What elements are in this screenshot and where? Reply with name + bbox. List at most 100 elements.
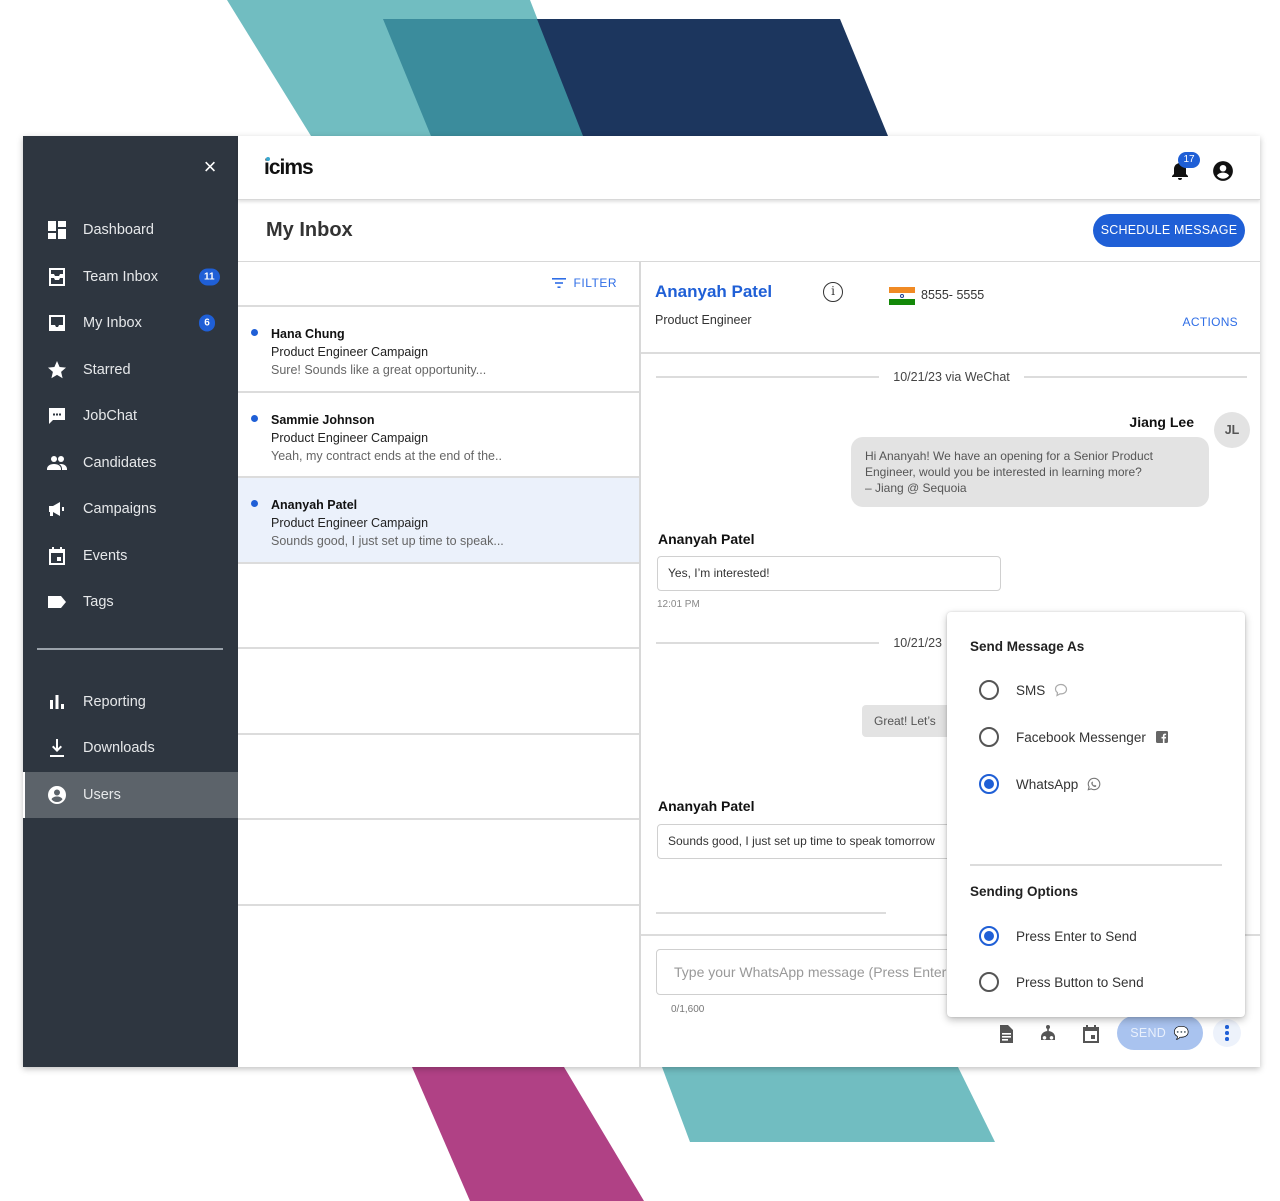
send-options-popover: Send Message As SMS Facebook Messenger W…	[947, 612, 1245, 1017]
template-button[interactable]	[996, 1024, 1016, 1044]
date-divider	[656, 912, 886, 914]
sender-avatar: JL	[1214, 412, 1250, 448]
sidebar-item-label: JobChat	[83, 408, 138, 425]
team-inbox-count-badge: 11	[199, 268, 220, 286]
message-sender: Jiang Lee	[1129, 414, 1194, 430]
sidebar-item-label: Candidates	[83, 454, 157, 471]
conversation-name: Ananyah Patel	[271, 498, 358, 512]
radio-button[interactable]	[979, 680, 999, 700]
unread-dot	[251, 500, 258, 507]
calendar-icon	[1083, 1025, 1099, 1043]
send-button[interactable]: SEND 💬	[1117, 1016, 1203, 1050]
icims-logo[interactable]: icims	[264, 156, 314, 180]
sidebar-item-label: Reporting	[83, 693, 146, 710]
conversation-item-empty	[238, 735, 639, 820]
character-count: 0/1,600	[671, 1004, 705, 1015]
option-press-button-to-send[interactable]: Press Button to Send	[979, 972, 1144, 992]
conversation-item[interactable]: Hana Chung Product Engineer Campaign Sur…	[238, 307, 639, 393]
my-inbox-count-badge: 6	[199, 314, 215, 332]
conversation-item-empty	[238, 649, 639, 735]
teal-light-parallelogram	[662, 1067, 995, 1142]
sidebar: × Dashboard Team Inbox 11 My Inbox 6 Sta…	[23, 136, 238, 1067]
info-icon[interactable]: i	[823, 282, 843, 302]
sidebar-item-label: Events	[83, 547, 128, 564]
sidebar-item-team-inbox[interactable]: Team Inbox 11	[23, 254, 238, 301]
account-circle-icon	[1213, 161, 1233, 181]
inbox-icon	[46, 312, 68, 334]
contact-header: Ananyah Patel i 8555- 5555 Product Engin…	[641, 262, 1260, 354]
sidebar-item-tags[interactable]: Tags	[23, 579, 238, 626]
notifications-button[interactable]: 17	[1170, 152, 1200, 182]
date-divider: 10/21/23 via WeChat	[656, 370, 1248, 384]
india-flag-icon	[889, 287, 915, 305]
sms-bubble-icon: 💬	[1173, 1026, 1190, 1040]
sidebar-item-label: Campaigns	[83, 501, 157, 518]
sidebar-item-label: Downloads	[83, 740, 155, 757]
sidebar-item-candidates[interactable]: Candidates	[23, 440, 238, 487]
option-press-enter-to-send[interactable]: Press Enter to Send	[979, 926, 1137, 946]
conversation-campaign: Product Engineer Campaign	[271, 430, 429, 445]
channel-option-facebook-messenger[interactable]: Facebook Messenger	[979, 727, 1169, 747]
conversation-item[interactable]: Sammie Johnson Product Engineer Campaign…	[238, 393, 639, 478]
conversation-preview: Sure! Sounds like a great opportunity...	[271, 363, 487, 377]
more-options-button[interactable]	[1213, 1019, 1241, 1047]
schedule-message-button[interactable]: SCHEDULE MESSAGE	[1093, 214, 1245, 247]
top-bar: icims 17	[238, 136, 1260, 200]
decorative-shapes-bottom	[0, 1060, 1280, 1201]
tag-icon	[46, 591, 68, 613]
sidebar-item-label: Dashboard	[83, 222, 154, 239]
sidebar-item-label: Users	[83, 786, 121, 803]
send-as-heading: Send Message As	[970, 639, 1085, 654]
message-sender: Ananyah Patel	[658, 798, 755, 814]
account-button[interactable]	[1212, 160, 1234, 182]
megaphone-icon	[46, 498, 68, 520]
sidebar-item-dashboard[interactable]: Dashboard	[23, 207, 238, 254]
page-header: My Inbox SCHEDULE MESSAGE	[238, 200, 1260, 262]
sidebar-item-label: Starred	[83, 361, 131, 378]
conversation-campaign: Product Engineer Campaign	[271, 345, 429, 359]
download-icon	[46, 737, 68, 759]
team-inbox-icon	[46, 266, 68, 288]
sidebar-item-reporting[interactable]: Reporting	[23, 679, 238, 726]
sidebar-item-users[interactable]: Users	[23, 771, 238, 818]
filter-button[interactable]: FILTER	[551, 276, 617, 290]
conversation-list: FILTER Hana Chung Product Engineer Campa…	[238, 262, 641, 1067]
channel-option-sms[interactable]: SMS	[979, 680, 1068, 700]
conversation-preview: Sounds good, I just set up time to speak…	[271, 534, 504, 548]
schedule-button[interactable]	[1081, 1024, 1101, 1044]
sidebar-item-events[interactable]: Events	[23, 533, 238, 580]
channel-option-whatsapp[interactable]: WhatsApp	[979, 774, 1101, 794]
logo-dot	[266, 156, 270, 161]
robot-icon	[1041, 1025, 1055, 1040]
sidebar-item-jobchat[interactable]: JobChat	[23, 393, 238, 440]
radio-button[interactable]	[979, 727, 999, 747]
message-bubble: Hi Ananyah! We have an opening for a Sen…	[851, 437, 1209, 507]
more-vertical-icon	[1225, 1025, 1229, 1029]
sidebar-item-downloads[interactable]: Downloads	[23, 725, 238, 772]
sidebar-item-campaigns[interactable]: Campaigns	[23, 486, 238, 533]
radio-button[interactable]	[979, 972, 999, 992]
message-bubble: Sounds good, I just set up time to speak…	[657, 824, 957, 859]
radio-button-checked[interactable]	[979, 926, 999, 946]
sidebar-divider	[37, 647, 223, 650]
conversation-name: Hana Chung	[271, 327, 345, 341]
conversation-item-selected[interactable]: Ananyah Patel Product Engineer Campaign …	[238, 478, 639, 564]
contact-phone: 8555- 5555	[921, 288, 985, 302]
radio-button-checked[interactable]	[979, 774, 999, 794]
document-icon	[1000, 1025, 1013, 1043]
sidebar-item-label: Tags	[83, 594, 114, 611]
sidebar-item-my-inbox[interactable]: My Inbox 6	[23, 300, 238, 347]
unread-dot	[251, 329, 258, 336]
conversation-preview: Yeah, my contract ends at the end of the…	[271, 448, 502, 463]
chatbot-button[interactable]	[1038, 1024, 1058, 1044]
facebook-icon	[1155, 730, 1169, 744]
close-sidebar-button[interactable]: ×	[199, 156, 221, 178]
contact-name-link[interactable]: Ananyah Patel	[655, 282, 772, 302]
user-circle-icon	[46, 784, 68, 806]
sidebar-item-starred[interactable]: Starred	[23, 347, 238, 394]
message-sender: Ananyah Patel	[658, 531, 755, 547]
people-icon	[46, 452, 68, 474]
decorative-shapes-top	[0, 0, 1280, 140]
actions-button[interactable]: ACTIONS	[1183, 315, 1238, 329]
notifications-count-badge: 17	[1178, 152, 1200, 168]
